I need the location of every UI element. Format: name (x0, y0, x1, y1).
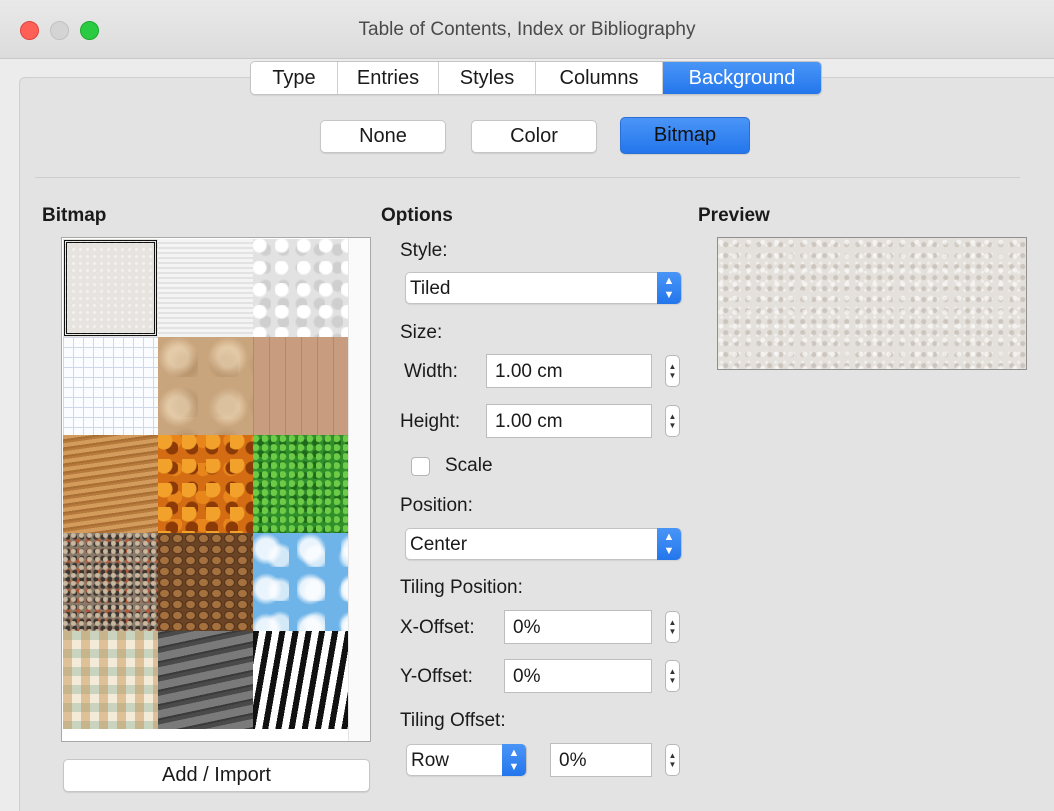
add-import-button[interactable]: Add / Import (63, 759, 370, 792)
height-stepper[interactable]: ▲ ▼ (665, 405, 680, 437)
bitmap-tile-coffee-beans[interactable] (158, 533, 253, 631)
x-offset-label: X-Offset: (400, 617, 475, 638)
tiling-offset-label: Tiling Offset: (400, 710, 506, 731)
updown-chevron-icon: ▲ ▼ (657, 272, 681, 304)
bitmap-tile-paper-texture[interactable] (158, 239, 253, 337)
tab-type[interactable]: Type (251, 62, 338, 94)
position-label: Position: (400, 495, 473, 516)
title-bar: Table of Contents, Index or Bibliography (0, 0, 1054, 59)
tab-styles[interactable]: Styles (439, 62, 536, 94)
tiling-offset-stepper[interactable]: ▲ ▼ (665, 744, 680, 776)
updown-chevron-icon: ▲ ▼ (657, 528, 681, 560)
bitmap-tile-little-clouds[interactable] (253, 533, 348, 631)
bitmap-tile-maple-leaves[interactable] (158, 435, 253, 533)
width-field[interactable]: 1.00 cm (486, 354, 652, 388)
style-label: Style: (400, 240, 448, 261)
height-field[interactable]: 1.00 cm (486, 404, 652, 438)
width-label: Width: (404, 361, 458, 382)
separator (35, 177, 1020, 178)
scale-label: Scale (445, 455, 493, 476)
fill-color-button[interactable]: Color (471, 120, 597, 153)
window-title: Table of Contents, Index or Bibliography (358, 19, 696, 40)
width-stepper[interactable]: ▲ ▼ (665, 355, 680, 387)
bitmap-tile-zebra[interactable] (253, 631, 348, 729)
tab-bar: Type Entries Styles Columns Background (250, 61, 822, 95)
bitmap-tile-colorful-pebbles[interactable] (63, 533, 158, 631)
tab-columns[interactable]: Columns (536, 62, 663, 94)
bitmap-heading: Bitmap (42, 205, 107, 226)
bitmap-gallery[interactable] (61, 237, 371, 742)
bitmap-tile-lawn[interactable] (253, 435, 348, 533)
position-select-value: Center (410, 534, 468, 555)
bitmap-tile-fence[interactable] (253, 337, 348, 435)
bitmap-tile-color-stripes[interactable] (63, 631, 158, 729)
y-offset-stepper[interactable]: ▲ ▼ (665, 660, 680, 692)
position-select[interactable]: Center ▲ ▼ (405, 528, 682, 560)
gallery-scrollbar[interactable] (348, 238, 370, 741)
fill-bitmap-button[interactable]: Bitmap (620, 117, 750, 154)
preview-heading: Preview (698, 205, 770, 226)
tiling-offset-select[interactable]: Row ▲ ▼ (406, 744, 527, 776)
options-heading: Options (381, 205, 453, 226)
bitmap-tile-parchment-paper[interactable] (158, 337, 253, 435)
updown-chevron-icon: ▲ ▼ (502, 744, 526, 776)
bitmap-tile-wooden-board[interactable] (63, 435, 158, 533)
bitmap-tile-paper-crumpled[interactable] (253, 239, 348, 337)
scale-checkbox[interactable] (411, 457, 430, 476)
x-offset-field[interactable]: 0% (504, 610, 652, 644)
height-label: Height: (400, 411, 461, 432)
y-offset-label: Y-Offset: (400, 666, 473, 687)
bitmap-preview (717, 237, 1027, 370)
tiling-offset-field[interactable]: 0% (550, 743, 652, 777)
style-select[interactable]: Tiled ▲ ▼ (405, 272, 682, 304)
bitmap-tile-painted-white[interactable] (63, 239, 158, 337)
fill-none-button[interactable]: None (320, 120, 446, 153)
bitmap-tile-stone-wall[interactable] (158, 631, 253, 729)
y-offset-field[interactable]: 0% (504, 659, 652, 693)
tiling-offset-select-value: Row (411, 750, 450, 771)
tab-entries[interactable]: Entries (338, 62, 439, 94)
x-offset-stepper[interactable]: ▲ ▼ (665, 611, 680, 643)
tab-background[interactable]: Background (663, 62, 821, 94)
tiling-position-label: Tiling Position: (400, 577, 523, 598)
bitmap-tile-paper-graph[interactable] (63, 337, 158, 435)
style-select-value: Tiled (410, 278, 451, 299)
size-label: Size: (400, 322, 443, 343)
